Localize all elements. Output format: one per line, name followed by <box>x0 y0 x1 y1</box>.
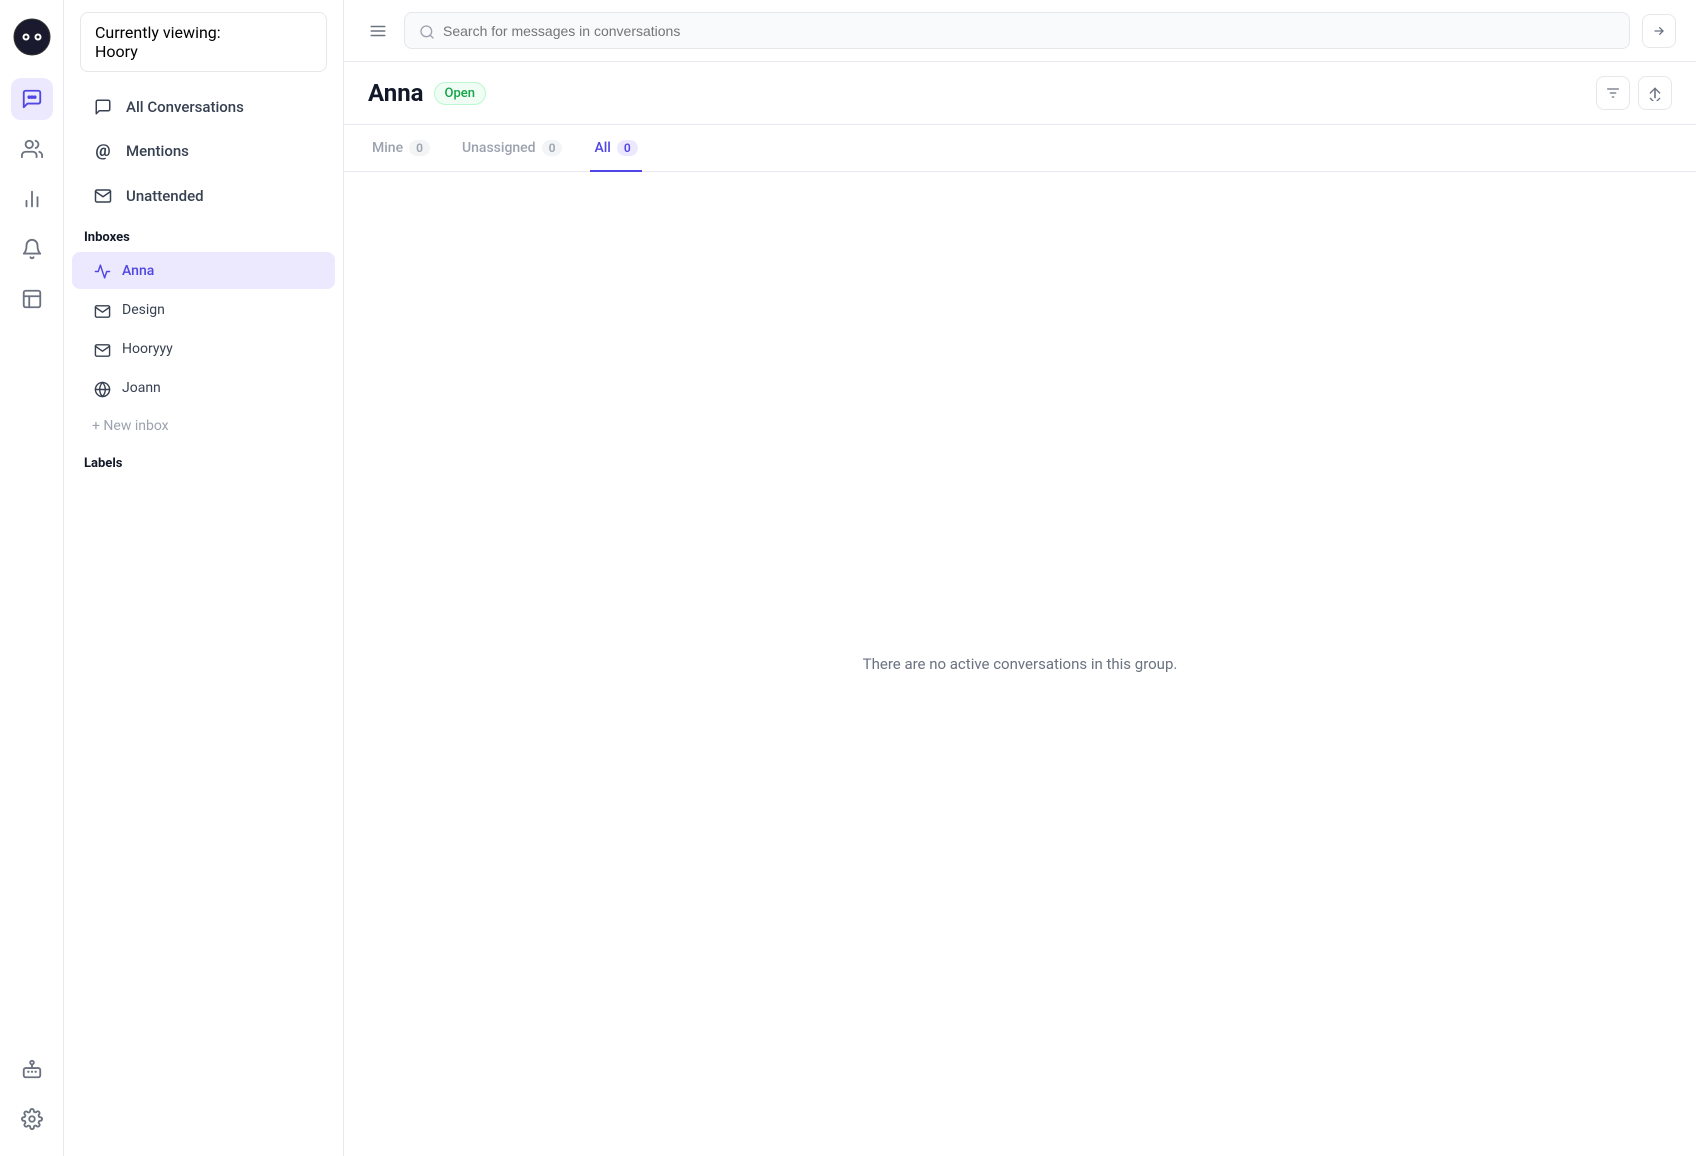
conversation-header-left: Anna Open <box>368 79 486 107</box>
inbox-item-anna[interactable]: Anna <box>72 252 335 289</box>
filter-button[interactable] <box>1596 76 1630 110</box>
conversation-status-badge: Open <box>434 82 486 105</box>
sidebar-item-mentions[interactable]: @ Mentions <box>72 131 335 171</box>
currently-viewing-label: Currently viewing: <box>95 23 312 42</box>
inboxes-section-title: Inboxes <box>64 218 343 251</box>
sidebar-item-all-conversations[interactable]: All Conversations <box>72 86 335 127</box>
reports-nav-icon[interactable] <box>11 178 53 220</box>
conversation-header-right <box>1596 76 1672 110</box>
sidebar-item-unattended[interactable]: Unattended <box>72 175 335 216</box>
icon-nav <box>0 0 64 1156</box>
joann-inbox-label: Joann <box>122 380 161 396</box>
mentions-icon: @ <box>92 141 114 161</box>
conversation-title: Anna <box>368 79 424 107</box>
hooryyy-inbox-label: Hooryyy <box>122 341 173 357</box>
mentions-label: Mentions <box>126 142 189 160</box>
empty-state-message: There are no active conversations in thi… <box>863 655 1178 673</box>
app-logo <box>11 16 53 58</box>
notifications-nav-icon[interactable] <box>11 228 53 270</box>
contacts-nav-icon[interactable] <box>11 128 53 170</box>
all-conversations-icon <box>92 96 114 117</box>
tabs-bar: Mine 0 Unassigned 0 All 0 <box>344 125 1696 172</box>
conversations-nav-icon[interactable] <box>11 78 53 120</box>
design-inbox-label: Design <box>122 302 165 318</box>
tab-unassigned[interactable]: Unassigned 0 <box>458 126 566 172</box>
menu-icon[interactable] <box>364 20 392 41</box>
inbox-item-design[interactable]: Design <box>72 291 335 328</box>
tab-all-count: 0 <box>617 140 638 156</box>
empty-state: There are no active conversations in thi… <box>344 172 1696 1156</box>
tab-mine-count: 0 <box>409 140 430 156</box>
search-input[interactable] <box>443 23 1615 39</box>
search-bar[interactable] <box>404 12 1630 49</box>
sort-button[interactable] <box>1638 76 1672 110</box>
settings-nav-icon[interactable] <box>11 1098 53 1140</box>
labels-section-title: Labels <box>64 444 343 477</box>
workspace-selector[interactable]: Currently viewing: Hoory <box>80 12 327 72</box>
all-conversations-label: All Conversations <box>126 98 244 116</box>
inbox-item-hooryyy[interactable]: Hooryyy <box>72 331 335 368</box>
new-inbox-button[interactable]: + New inbox <box>72 410 335 442</box>
expand-button[interactable] <box>1642 14 1676 48</box>
main-content: Anna Open Mine <box>344 0 1696 1156</box>
anna-inbox-icon <box>92 261 112 280</box>
unattended-label: Unattended <box>126 187 204 205</box>
tab-unassigned-count: 0 <box>542 140 563 156</box>
anna-inbox-label: Anna <box>122 263 154 279</box>
tab-all-label: All <box>594 140 610 156</box>
unattended-icon <box>92 185 114 206</box>
inbox-item-joann[interactable]: Joann <box>72 370 335 407</box>
hooryyy-inbox-icon <box>92 340 112 359</box>
search-icon <box>419 21 435 40</box>
drafts-nav-icon[interactable] <box>11 278 53 320</box>
new-inbox-label: + New inbox <box>92 418 169 434</box>
sidebar: Currently viewing: Hoory All Conversatio… <box>64 0 344 1156</box>
topbar <box>344 0 1696 62</box>
design-inbox-icon <box>92 300 112 319</box>
tab-mine[interactable]: Mine 0 <box>368 126 434 172</box>
workspace-name: Hoory <box>95 42 312 61</box>
joann-inbox-icon <box>92 379 112 398</box>
tab-unassigned-label: Unassigned <box>462 140 536 156</box>
tab-all[interactable]: All 0 <box>590 126 641 172</box>
conversation-header: Anna Open <box>344 62 1696 125</box>
tab-mine-label: Mine <box>372 140 403 156</box>
bot-nav-icon[interactable] <box>11 1048 53 1090</box>
